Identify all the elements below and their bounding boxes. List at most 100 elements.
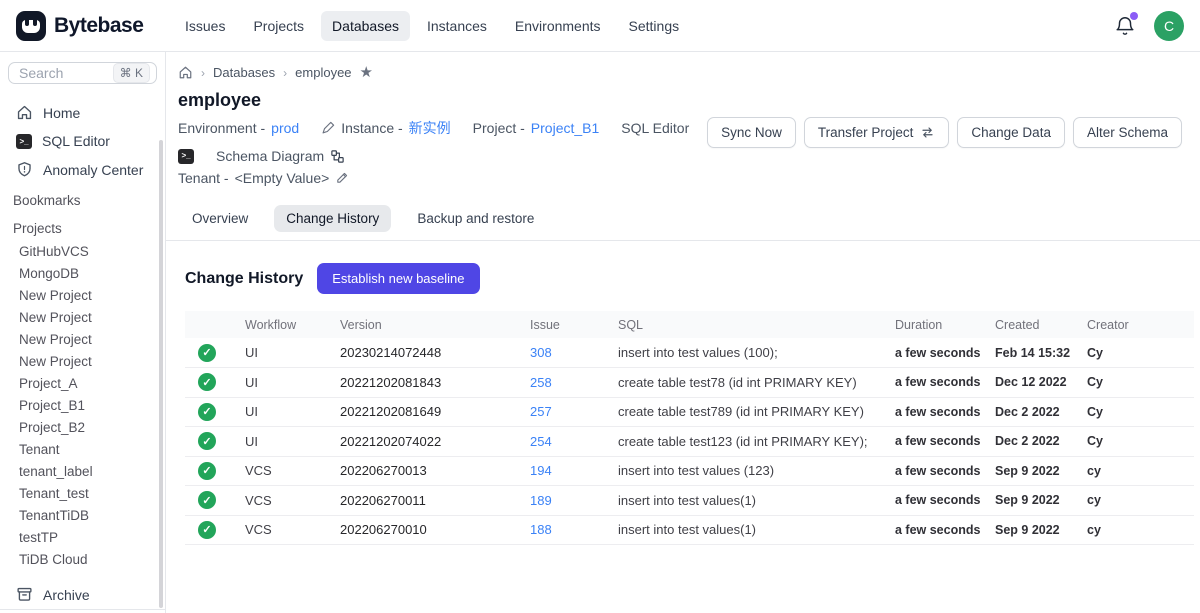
- table-row[interactable]: ✓ UI 20221202074022 254 create table tes…: [185, 427, 1194, 457]
- table-row[interactable]: ✓ UI 20221202081843 258 create table tes…: [185, 368, 1194, 398]
- project-label: Project -: [473, 117, 525, 139]
- sql-cell: insert into test values (100);: [618, 338, 895, 368]
- sidebar-item-label: Home: [43, 105, 80, 121]
- schema-diagram-icon[interactable]: [330, 149, 345, 164]
- sql-cell: insert into test values (123): [618, 456, 895, 486]
- sidebar-project-item[interactable]: testTP: [0, 526, 165, 548]
- breadcrumb-databases[interactable]: Databases: [213, 65, 275, 80]
- database-tabs: Overview Change History Backup and resto…: [166, 189, 1200, 241]
- transfer-arrows-icon: [920, 125, 935, 140]
- success-check-icon: ✓: [198, 403, 216, 421]
- duration-cell: a few seconds: [895, 515, 995, 545]
- nav-item[interactable]: Settings: [618, 11, 691, 41]
- sidebar-item-label: SQL Editor: [42, 133, 110, 149]
- workflow-cell: UI: [245, 397, 340, 427]
- plan-label[interactable]: Enterprise Plan: [0, 609, 165, 613]
- sidebar-scrollbar[interactable]: [159, 140, 163, 608]
- sidebar-project-item[interactable]: Tenant_test: [0, 482, 165, 504]
- sidebar-project-item[interactable]: New Project: [0, 306, 165, 328]
- sql-cell: insert into test values(1): [618, 486, 895, 516]
- sidebar-item-anomaly-center[interactable]: Anomaly Center: [0, 155, 165, 184]
- home-icon: [16, 104, 33, 121]
- issue-link[interactable]: 188: [530, 522, 552, 537]
- transfer-project-button[interactable]: Transfer Project: [804, 117, 950, 148]
- terminal-icon: >_: [16, 134, 32, 149]
- home-breadcrumb-icon[interactable]: [178, 65, 193, 80]
- notifications-bell-icon[interactable]: [1114, 15, 1136, 37]
- edit-pencil-icon[interactable]: [335, 171, 349, 185]
- table-row[interactable]: ✓ UI 20230214072448 308 insert into test…: [185, 338, 1194, 368]
- nav-item[interactable]: Projects: [242, 11, 315, 41]
- sidebar-project-item[interactable]: MongoDB: [0, 262, 165, 284]
- sql-cell: create table test78 (id int PRIMARY KEY): [618, 368, 895, 398]
- workflow-cell: VCS: [245, 456, 340, 486]
- tab[interactable]: Backup and restore: [405, 205, 546, 232]
- version-cell: 20221202074022: [340, 427, 530, 457]
- tab[interactable]: Overview: [180, 205, 260, 232]
- version-cell: 202206270013: [340, 456, 530, 486]
- table-row[interactable]: ✓ VCS 202206270010 188 insert into test …: [185, 515, 1194, 545]
- issue-link[interactable]: 189: [530, 493, 552, 508]
- establish-baseline-button[interactable]: Establish new baseline: [317, 263, 479, 294]
- issue-link[interactable]: 257: [530, 404, 552, 419]
- change-data-button[interactable]: Change Data: [957, 117, 1065, 148]
- sidebar-project-item[interactable]: Project_B2: [0, 416, 165, 438]
- nav-item[interactable]: Instances: [416, 11, 498, 41]
- sidebar-project-item[interactable]: TiDB Cloud: [0, 548, 165, 570]
- tenant-label: Tenant -: [178, 167, 229, 189]
- table-row[interactable]: ✓ VCS 202206270013 194 insert into test …: [185, 456, 1194, 486]
- column-header: Created: [995, 311, 1087, 338]
- sidebar-item-home[interactable]: Home: [0, 98, 165, 127]
- pen-icon: [321, 121, 335, 135]
- issue-link[interactable]: 194: [530, 463, 552, 478]
- issue-link[interactable]: 258: [530, 375, 552, 390]
- brand[interactable]: Bytebase: [16, 11, 174, 41]
- sidebar-project-item[interactable]: TenantTiDB: [0, 504, 165, 526]
- sidebar-item-archive[interactable]: Archive: [0, 580, 165, 609]
- version-cell: 20230214072448: [340, 338, 530, 368]
- column-header: Creator: [1087, 311, 1194, 338]
- workflow-cell: UI: [245, 368, 340, 398]
- issue-link[interactable]: 254: [530, 434, 552, 449]
- alter-schema-button[interactable]: Alter Schema: [1073, 117, 1182, 148]
- chevron-right-icon: ›: [283, 66, 287, 80]
- workflow-cell: VCS: [245, 515, 340, 545]
- sidebar-item-sql-editor[interactable]: >_ SQL Editor: [0, 127, 165, 155]
- column-header: [185, 311, 245, 338]
- sidebar-project-item[interactable]: Project_B1: [0, 394, 165, 416]
- sidebar-project-item[interactable]: New Project: [0, 328, 165, 350]
- sidebar-project-item[interactable]: Project_A: [0, 372, 165, 394]
- user-avatar[interactable]: C: [1154, 11, 1184, 41]
- nav-item[interactable]: Environments: [504, 11, 612, 41]
- terminal-icon[interactable]: >_: [178, 149, 194, 164]
- sidebar-project-item[interactable]: tenant_label: [0, 460, 165, 482]
- version-cell: 202206270011: [340, 486, 530, 516]
- nav-item[interactable]: Databases: [321, 11, 410, 41]
- main-nav: Issues Projects Databases Instances Envi…: [174, 11, 690, 41]
- success-check-icon: ✓: [198, 373, 216, 391]
- favorite-star-icon[interactable]: ★: [360, 65, 373, 80]
- breadcrumb-employee[interactable]: employee: [295, 65, 351, 80]
- sidebar-project-item[interactable]: New Project: [0, 284, 165, 306]
- tab[interactable]: Change History: [274, 205, 391, 232]
- sidebar-project-item[interactable]: GitHubVCS: [0, 240, 165, 262]
- created-cell: Sep 9 2022: [995, 456, 1087, 486]
- sync-now-button[interactable]: Sync Now: [707, 117, 796, 148]
- table-row[interactable]: ✓ VCS 202206270011 189 insert into test …: [185, 486, 1194, 516]
- table-body: ✓ UI 20230214072448 308 insert into test…: [185, 338, 1194, 545]
- project-link[interactable]: Project_B1: [531, 117, 599, 139]
- success-check-icon: ✓: [198, 344, 216, 362]
- creator-cell: cy: [1087, 486, 1194, 516]
- issue-link[interactable]: 308: [530, 345, 552, 360]
- table-row[interactable]: ✓ UI 20221202081649 257 create table tes…: [185, 397, 1194, 427]
- search-input[interactable]: Search ⌘ K: [8, 62, 157, 84]
- environment-link[interactable]: prod: [271, 117, 299, 139]
- sidebar-project-item[interactable]: Tenant: [0, 438, 165, 460]
- instance-link[interactable]: 新实例: [409, 117, 451, 139]
- duration-cell: a few seconds: [895, 486, 995, 516]
- projects-section-label: Projects: [0, 212, 165, 240]
- duration-cell: a few seconds: [895, 397, 995, 427]
- sidebar-project-item[interactable]: New Project: [0, 350, 165, 372]
- nav-item[interactable]: Issues: [174, 11, 236, 41]
- creator-cell: Cy: [1087, 338, 1194, 368]
